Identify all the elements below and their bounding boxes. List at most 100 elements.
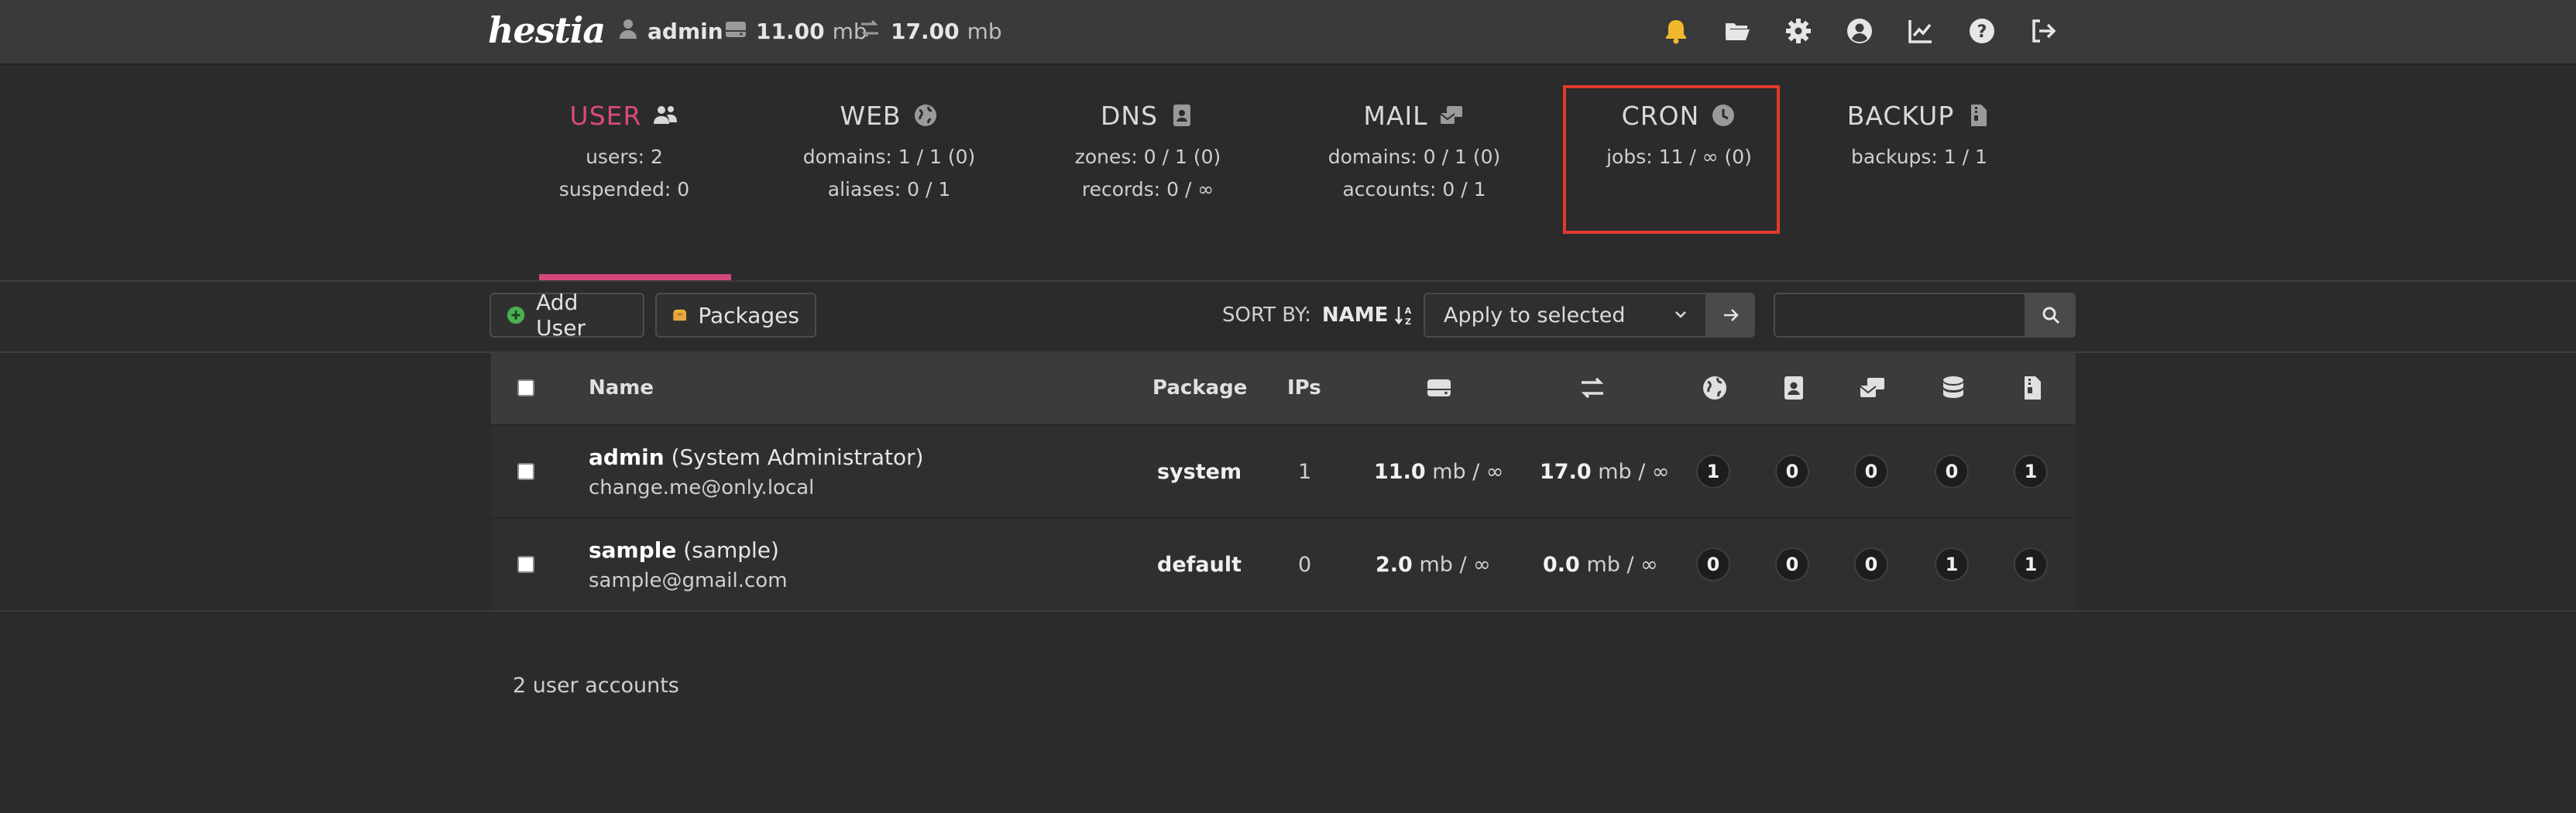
chart-icon[interactable]: [1902, 12, 1939, 50]
bulk-action-value: Apply to selected: [1444, 303, 1626, 328]
users-icon: [654, 106, 678, 124]
tab-dns[interactable]: DNS zones: 0 / 1 (0) records: 0 / ∞: [1032, 96, 1264, 201]
tab-user[interactable]: USER users: 2 suspended: 0: [508, 96, 740, 201]
user-name-link[interactable]: sample: [589, 537, 676, 563]
mail-count-badge: 0: [1854, 547, 1888, 581]
tab-dns-label: DNS: [1100, 100, 1159, 131]
user-disk: 2.0 mb / ∞: [1376, 519, 1491, 610]
disk-limit: mb / ∞: [1419, 552, 1491, 577]
chevron-down-icon: [1675, 311, 1686, 318]
divider: [0, 610, 2576, 612]
user-icon: [618, 18, 638, 45]
svg-text:Z: Z: [1405, 317, 1411, 326]
tab-backup[interactable]: BACKUP backups: 1 / 1: [1803, 96, 2035, 169]
dns-count-badge: 0: [1775, 455, 1809, 489]
user-ips: 0: [1298, 552, 1312, 577]
disk-usage: 11.00 mb: [725, 0, 867, 62]
table-row[interactable]: sample (sample) sample@gmail.com default…: [491, 517, 2076, 610]
row-checkbox[interactable]: [517, 556, 534, 573]
disk-header-icon[interactable]: [1425, 352, 1453, 424]
top-icons: ?: [1657, 12, 2086, 50]
bandwidth-usage: 17.00 mb: [858, 0, 1002, 62]
bandwidth-value: 17.0: [1540, 459, 1592, 484]
users-table: Name Package IPs admin (System Administr…: [491, 352, 2076, 610]
disk-value: 11.0: [1374, 459, 1426, 484]
backup-count-badge: 1: [2014, 455, 2048, 489]
cron-highlight-box: [1563, 85, 1780, 234]
hdd-icon: [725, 19, 747, 44]
tab-user-users: users: 2: [586, 146, 663, 168]
sort-by-label: SORT BY:: [1222, 304, 1311, 327]
user-bandwidth: 0.0 mb / ∞: [1543, 519, 1658, 610]
packages-label: Packages: [698, 302, 799, 328]
tab-mail-label: MAIL: [1363, 100, 1428, 131]
bandwidth-unit: mb: [967, 18, 1002, 44]
user-package: default: [1157, 552, 1242, 577]
packages-button[interactable]: Packages: [655, 293, 816, 338]
address-book-icon: [1173, 105, 1191, 126]
search-input[interactable]: [1774, 293, 2026, 338]
user-fullname: (System Administrator): [671, 444, 924, 470]
disk-limit: mb / ∞: [1432, 459, 1504, 484]
folder-icon[interactable]: [1719, 12, 1756, 50]
user-email: change.me@only.local: [589, 475, 815, 499]
tab-user-label: USER: [569, 100, 642, 131]
disk-value: 11.00: [756, 18, 825, 44]
tab-mail-accounts: accounts: 0 / 1: [1342, 178, 1486, 201]
header-ips[interactable]: IPs: [1287, 352, 1321, 424]
sort-by[interactable]: SORT BY: NAME AZ: [1222, 293, 1414, 338]
add-user-label: Add User: [536, 290, 586, 341]
divider: [0, 280, 2576, 282]
active-tab-indicator: [539, 274, 731, 280]
bell-icon[interactable]: [1657, 12, 1695, 50]
tab-mail[interactable]: MAIL domains: 0 / 1 (0) accounts: 0 / 1: [1298, 96, 1530, 201]
select-all-checkbox[interactable]: [517, 379, 534, 396]
user-count-text: 2 user accounts: [513, 674, 679, 698]
arrow-right-icon: [1724, 309, 1739, 321]
bulk-action-select[interactable]: Apply to selected: [1424, 293, 1707, 338]
file-archive-icon: [1971, 105, 1987, 126]
add-user-button[interactable]: Add User: [489, 290, 644, 341]
mail-header-icon[interactable]: [1859, 352, 1887, 424]
header-name[interactable]: Name: [589, 352, 654, 424]
tab-backup-label: BACKUP: [1846, 100, 1955, 131]
help-icon[interactable]: ?: [1963, 12, 2001, 50]
logout-icon[interactable]: [2025, 12, 2062, 50]
svg-text:A: A: [1405, 306, 1412, 316]
tab-dns-records: records: 0 / ∞: [1081, 178, 1214, 201]
mail-bulk-icon: [1439, 106, 1462, 124]
dns-header-icon[interactable]: [1780, 352, 1808, 424]
backup-header-icon[interactable]: [2018, 352, 2046, 424]
user-bandwidth: 17.0 mb / ∞: [1540, 426, 1669, 517]
web-count-badge: 1: [1696, 455, 1730, 489]
row-checkbox[interactable]: [517, 463, 534, 480]
bandwidth-header-icon[interactable]: [1578, 352, 1606, 424]
user-name-link[interactable]: admin: [589, 444, 665, 470]
user-ips: 1: [1298, 459, 1312, 484]
user-circle-icon[interactable]: [1841, 12, 1878, 50]
bandwidth-value: 17.00: [891, 18, 960, 44]
hestia-logo[interactable]: hestia: [488, 6, 606, 54]
table-header: Name Package IPs: [491, 352, 2076, 424]
web-header-icon[interactable]: [1701, 352, 1729, 424]
gear-icon[interactable]: [1780, 12, 1817, 50]
database-header-icon[interactable]: [1939, 352, 1967, 424]
web-count-badge: 0: [1696, 547, 1730, 581]
main-nav: USER users: 2 suspended: 0 WEB domains: …: [534, 96, 2029, 282]
mail-count-badge: 0: [1854, 455, 1888, 489]
table-row[interactable]: admin (System Administrator) change.me@o…: [491, 424, 2076, 517]
db-count-badge: 1: [1935, 547, 1969, 581]
tab-web[interactable]: WEB domains: 1 / 1 (0) aliases: 0 / 1: [773, 96, 1005, 201]
header-package[interactable]: Package: [1152, 352, 1247, 424]
bandwidth-value: 0.0: [1543, 552, 1580, 577]
sort-alpha-icon: AZ: [1395, 306, 1412, 326]
transfer-icon: [858, 19, 881, 44]
user-disk: 11.0 mb / ∞: [1374, 426, 1503, 517]
apply-button[interactable]: [1707, 293, 1755, 338]
search-button[interactable]: [2026, 293, 2076, 338]
tab-mail-domains: domains: 0 / 1 (0): [1327, 146, 1501, 168]
bandwidth-limit: mb / ∞: [1586, 552, 1658, 577]
tab-user-suspended: suspended: 0: [558, 178, 690, 201]
tab-backup-backups: backups: 1 / 1: [1851, 146, 1987, 168]
tab-web-aliases: aliases: 0 / 1: [827, 178, 951, 201]
